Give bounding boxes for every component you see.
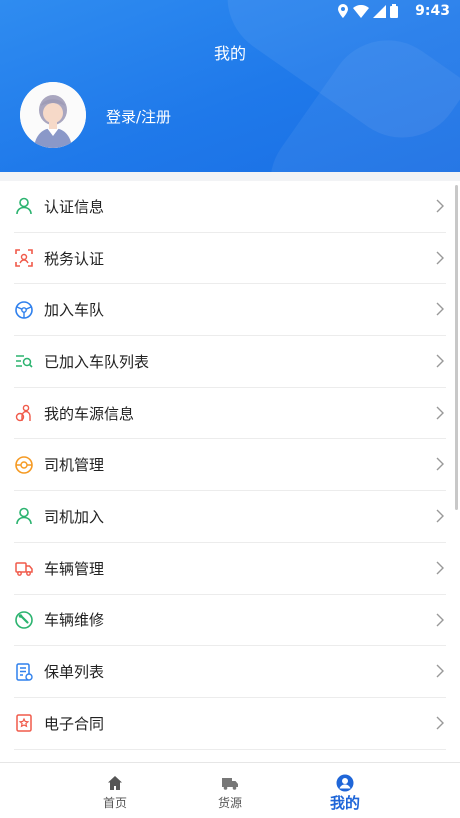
list-search-icon xyxy=(14,351,34,371)
menu-item-label: 保单列表 xyxy=(44,663,105,682)
menu-item-e-contract[interactable]: 电子合同 xyxy=(14,698,446,750)
chevron-right-icon xyxy=(436,613,444,626)
tab-home[interactable]: 首页 xyxy=(55,763,175,818)
menu-item-label: 车辆管理 xyxy=(44,559,105,578)
menu-item-my-vehicle-source[interactable]: 我的车源信息 xyxy=(14,388,446,440)
chevron-right-icon xyxy=(436,302,444,316)
tab-label: 首页 xyxy=(102,796,127,810)
menu-item-tax-certification[interactable]: 税务认证 xyxy=(14,233,446,285)
chevron-right-icon xyxy=(436,251,444,265)
profile-header: 9:43 我的 登录/注册 xyxy=(0,0,460,172)
home-icon xyxy=(108,776,122,790)
menu-list: 认证信息 税务认证 加入车队 已加入车队列表 我的车源信息 司机管理 司机加入 … xyxy=(0,181,460,762)
menu-item-vehicle-repair[interactable]: 车辆维修 xyxy=(14,595,446,647)
avatar[interactable] xyxy=(20,82,86,148)
contract-icon xyxy=(14,713,34,733)
bottom-tab-bar: 首页 货源 我的 xyxy=(0,762,460,818)
menu-item-label: 司机加入 xyxy=(44,507,105,526)
tab-label: 货源 xyxy=(217,796,242,810)
tab-cargo[interactable]: 货源 xyxy=(170,763,290,818)
wifi-icon xyxy=(353,4,369,18)
tab-mine[interactable]: 我的 xyxy=(285,763,405,818)
tab-label: 我的 xyxy=(329,794,360,812)
driver-icon xyxy=(14,403,34,423)
chevron-right-icon xyxy=(436,561,444,575)
default-avatar-icon xyxy=(20,82,86,148)
chevron-right-icon xyxy=(436,664,444,678)
chevron-right-icon xyxy=(436,716,444,730)
steering-wheel-icon xyxy=(14,300,34,320)
chevron-right-icon xyxy=(436,457,444,471)
menu-item-label: 电子合同 xyxy=(44,714,105,733)
menu-item-join-fleet[interactable]: 加入车队 xyxy=(14,284,446,337)
menu-item-label: 车辆维修 xyxy=(44,611,105,630)
person-outline-icon xyxy=(14,196,34,216)
location-icon xyxy=(338,4,348,18)
policy-document-icon xyxy=(14,662,34,682)
menu-item-label: 税务认证 xyxy=(44,249,105,268)
status-time: 9:43 xyxy=(415,3,450,19)
menu-item-label: 司机管理 xyxy=(44,456,105,475)
page-title: 我的 xyxy=(213,44,246,63)
menu-item-certification-info[interactable]: 认证信息 xyxy=(14,181,446,233)
login-register-link[interactable]: 登录/注册 xyxy=(106,106,171,127)
chevron-right-icon xyxy=(436,406,444,420)
wrench-icon xyxy=(14,610,34,630)
menu-item-label: 加入车队 xyxy=(44,301,105,320)
menu-item-driver-management[interactable]: 司机管理 xyxy=(14,439,446,492)
chevron-right-icon xyxy=(436,199,444,213)
menu-item-label: 认证信息 xyxy=(44,197,105,216)
chevron-right-icon xyxy=(436,509,444,523)
menu-item-label: 我的车源信息 xyxy=(44,404,135,423)
menu-item-policy-list[interactable]: 保单列表 xyxy=(14,646,446,698)
battery-icon xyxy=(390,4,398,18)
user-circle-icon xyxy=(336,774,354,792)
person-outline-icon xyxy=(14,506,34,526)
truck-icon xyxy=(222,778,238,790)
truck-icon xyxy=(14,558,34,578)
menu-item-driver-join[interactable]: 司机加入 xyxy=(14,491,446,543)
signal-icon xyxy=(373,4,386,18)
menu-item-label: 已加入车队列表 xyxy=(44,352,150,371)
face-scan-icon xyxy=(14,248,34,268)
status-bar: 9:43 xyxy=(0,0,460,24)
steering-wheel-icon xyxy=(14,455,34,475)
scrollbar[interactable] xyxy=(455,185,458,510)
chevron-right-icon xyxy=(436,354,444,368)
menu-item-vehicle-management[interactable]: 车辆管理 xyxy=(14,543,446,595)
menu-item-joined-fleet-list[interactable]: 已加入车队列表 xyxy=(14,336,446,388)
